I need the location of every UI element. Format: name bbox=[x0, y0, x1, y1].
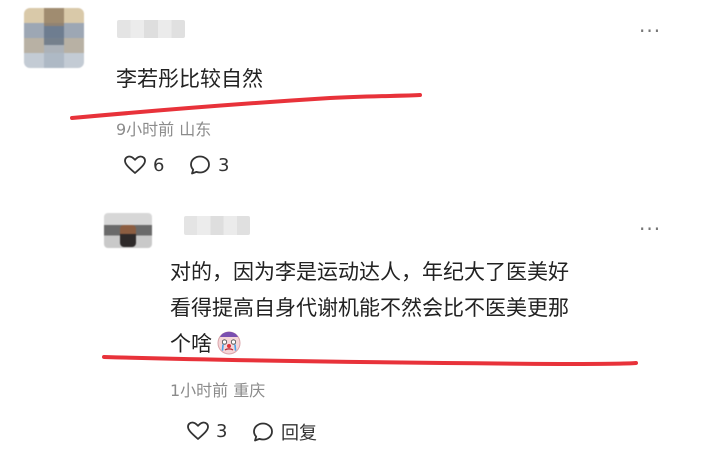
reply-line: 看得提高自身代谢机能不然会比不医美更那 bbox=[170, 296, 569, 320]
heart-outline-icon bbox=[187, 421, 209, 440]
speech-bubble-icon bbox=[190, 155, 210, 175]
crying-clown-emoji bbox=[217, 331, 241, 355]
like-count: 6 bbox=[153, 154, 165, 176]
reply-line: 对的，因为李是运动达人，年纪大了医美好 bbox=[170, 260, 569, 284]
heart-outline-icon bbox=[124, 155, 146, 174]
reply-meta: 1小时前 重庆 bbox=[170, 381, 266, 400]
comment-text: 李若彤比较自然 bbox=[116, 67, 263, 91]
reply-line-text: 个啥 bbox=[170, 332, 212, 356]
annotation-underline bbox=[70, 93, 422, 120]
commenter-avatar-blurred[interactable] bbox=[24, 8, 84, 68]
like-count: 3 bbox=[216, 420, 228, 442]
replier-avatar-blurred[interactable] bbox=[104, 213, 152, 248]
comment-button[interactable]: 3 bbox=[188, 153, 229, 177]
like-button[interactable]: 3 bbox=[186, 419, 227, 443]
commenter-name-blurred[interactable] bbox=[117, 20, 185, 38]
comment-meta: 9小时前 山东 bbox=[116, 120, 212, 139]
comment-count: 3 bbox=[218, 154, 230, 176]
speech-bubble-icon bbox=[253, 422, 273, 442]
reply-button[interactable]: 回复 bbox=[251, 419, 317, 445]
more-dots-icon[interactable]: ··· bbox=[639, 21, 661, 41]
reply-line: 个啥 bbox=[170, 326, 676, 362]
reply-label: 回复 bbox=[281, 423, 317, 444]
reply-text: 对的，因为李是运动达人，年纪大了医美好 看得提高自身代谢机能不然会比不医美更那 … bbox=[170, 254, 676, 362]
more-dots-icon[interactable]: ··· bbox=[639, 219, 661, 239]
like-button[interactable]: 6 bbox=[123, 153, 164, 177]
replier-name-blurred[interactable] bbox=[184, 216, 250, 235]
